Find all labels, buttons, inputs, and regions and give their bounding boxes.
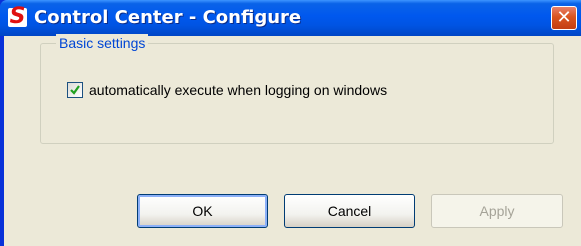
close-icon: ✕ bbox=[556, 7, 572, 28]
app-logo-icon: S bbox=[8, 4, 27, 29]
ok-button[interactable]: OK bbox=[137, 194, 268, 228]
apply-button[interactable]: Apply bbox=[431, 194, 563, 228]
auto-execute-label[interactable]: automatically execute when logging on wi… bbox=[89, 81, 387, 99]
cancel-button[interactable]: Cancel bbox=[284, 194, 415, 228]
group-title: Basic settings bbox=[56, 34, 149, 52]
close-button[interactable]: ✕ bbox=[551, 6, 577, 30]
app-logo-letter: S bbox=[9, 4, 26, 29]
checkmark-icon bbox=[70, 85, 80, 95]
auto-execute-checkbox[interactable] bbox=[67, 82, 83, 98]
title-bar[interactable]: S Control Center - Configure ✕ bbox=[0, 0, 581, 36]
window-title: Control Center - Configure bbox=[34, 7, 302, 28]
